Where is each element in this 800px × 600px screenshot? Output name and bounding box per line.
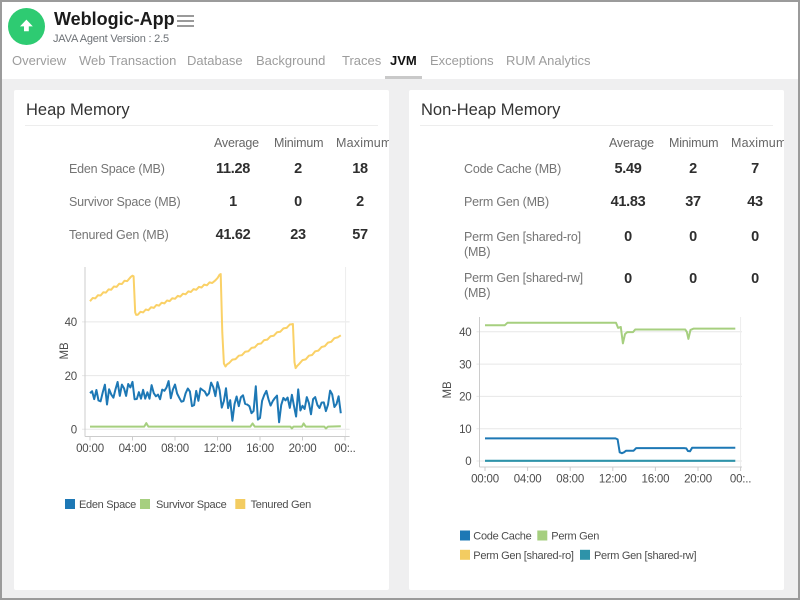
svg-text:00:00: 00:00 [471, 474, 499, 486]
svg-text:08:00: 08:00 [161, 443, 189, 455]
svg-text:0: 0 [71, 425, 77, 437]
svg-text:10: 10 [459, 424, 471, 436]
svg-text:0: 0 [465, 456, 471, 468]
svg-text:MB: MB [442, 381, 454, 398]
svg-text:04:00: 04:00 [119, 443, 147, 455]
svg-text:20: 20 [65, 371, 77, 383]
svg-text:16:00: 16:00 [642, 474, 670, 486]
svg-text:Survivor Space: Survivor Space [156, 499, 227, 511]
svg-text:04:00: 04:00 [514, 474, 542, 486]
svg-text:Code Cache: Code Cache [473, 531, 531, 543]
svg-text:16:00: 16:00 [246, 443, 274, 455]
svg-text:40: 40 [459, 327, 471, 339]
svg-text:20:00: 20:00 [289, 443, 317, 455]
svg-text:08:00: 08:00 [556, 474, 584, 486]
svg-text:Eden Space: Eden Space [79, 499, 136, 511]
svg-text:Perm Gen [shared-ro]: Perm Gen [shared-ro] [473, 550, 574, 562]
svg-text:30: 30 [459, 359, 471, 371]
svg-text:12:00: 12:00 [204, 443, 232, 455]
svg-text:MB: MB [59, 342, 71, 359]
svg-text:00:00: 00:00 [76, 443, 104, 455]
svg-text:Perm Gen [shared-rw]: Perm Gen [shared-rw] [594, 550, 696, 562]
svg-text:20: 20 [459, 392, 471, 404]
svg-text:20:00: 20:00 [684, 474, 712, 486]
svg-text:12:00: 12:00 [599, 474, 627, 486]
svg-text:40: 40 [65, 317, 77, 329]
svg-text:Perm Gen: Perm Gen [551, 531, 599, 543]
svg-text:Tenured Gen: Tenured Gen [251, 499, 311, 511]
svg-text:00:..: 00:.. [334, 443, 355, 455]
svg-text:00:..: 00:.. [730, 474, 751, 486]
